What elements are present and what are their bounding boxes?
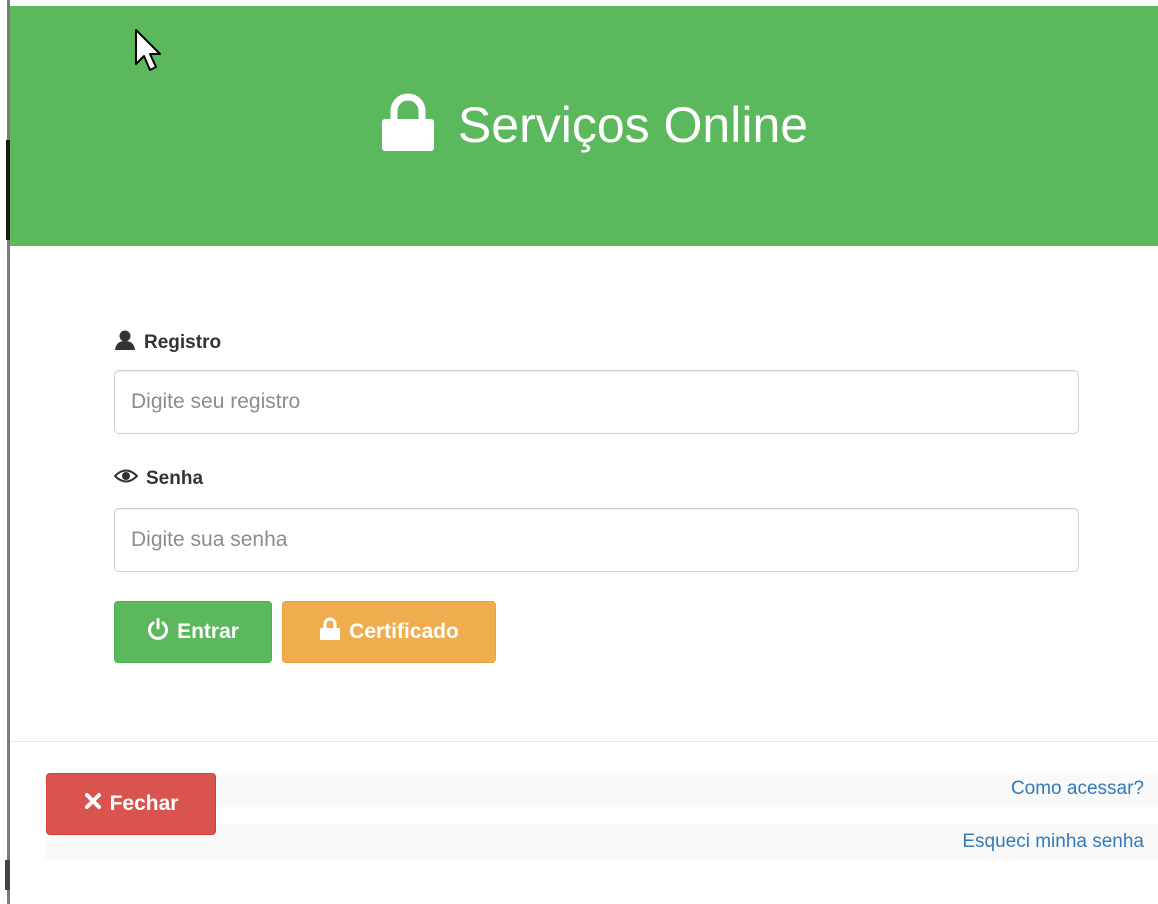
registro-input[interactable] bbox=[114, 370, 1079, 434]
esqueci-senha-link[interactable]: Esqueci minha senha bbox=[962, 831, 1144, 853]
mouse-cursor-icon bbox=[134, 28, 162, 79]
senha-input[interactable] bbox=[114, 508, 1079, 572]
page-title: Serviços Online bbox=[457, 97, 809, 153]
lock-icon bbox=[380, 93, 436, 158]
como-acessar-link[interactable]: Como acessar? bbox=[1011, 778, 1144, 800]
eye-icon bbox=[113, 468, 139, 490]
entrar-button[interactable]: Entrar bbox=[114, 601, 272, 663]
fechar-button[interactable]: Fechar bbox=[46, 773, 216, 835]
user-icon bbox=[114, 330, 136, 356]
lock-icon bbox=[319, 617, 341, 647]
window-left-edge bbox=[0, 0, 11, 904]
registro-label: Registro bbox=[114, 330, 221, 356]
senha-label: Senha bbox=[113, 468, 203, 490]
footer-divider bbox=[10, 741, 1158, 742]
modal-header: Serviços Online bbox=[10, 6, 1158, 246]
close-icon bbox=[84, 792, 102, 816]
power-icon bbox=[147, 618, 169, 646]
certificado-button[interactable]: Certificado bbox=[282, 601, 496, 663]
